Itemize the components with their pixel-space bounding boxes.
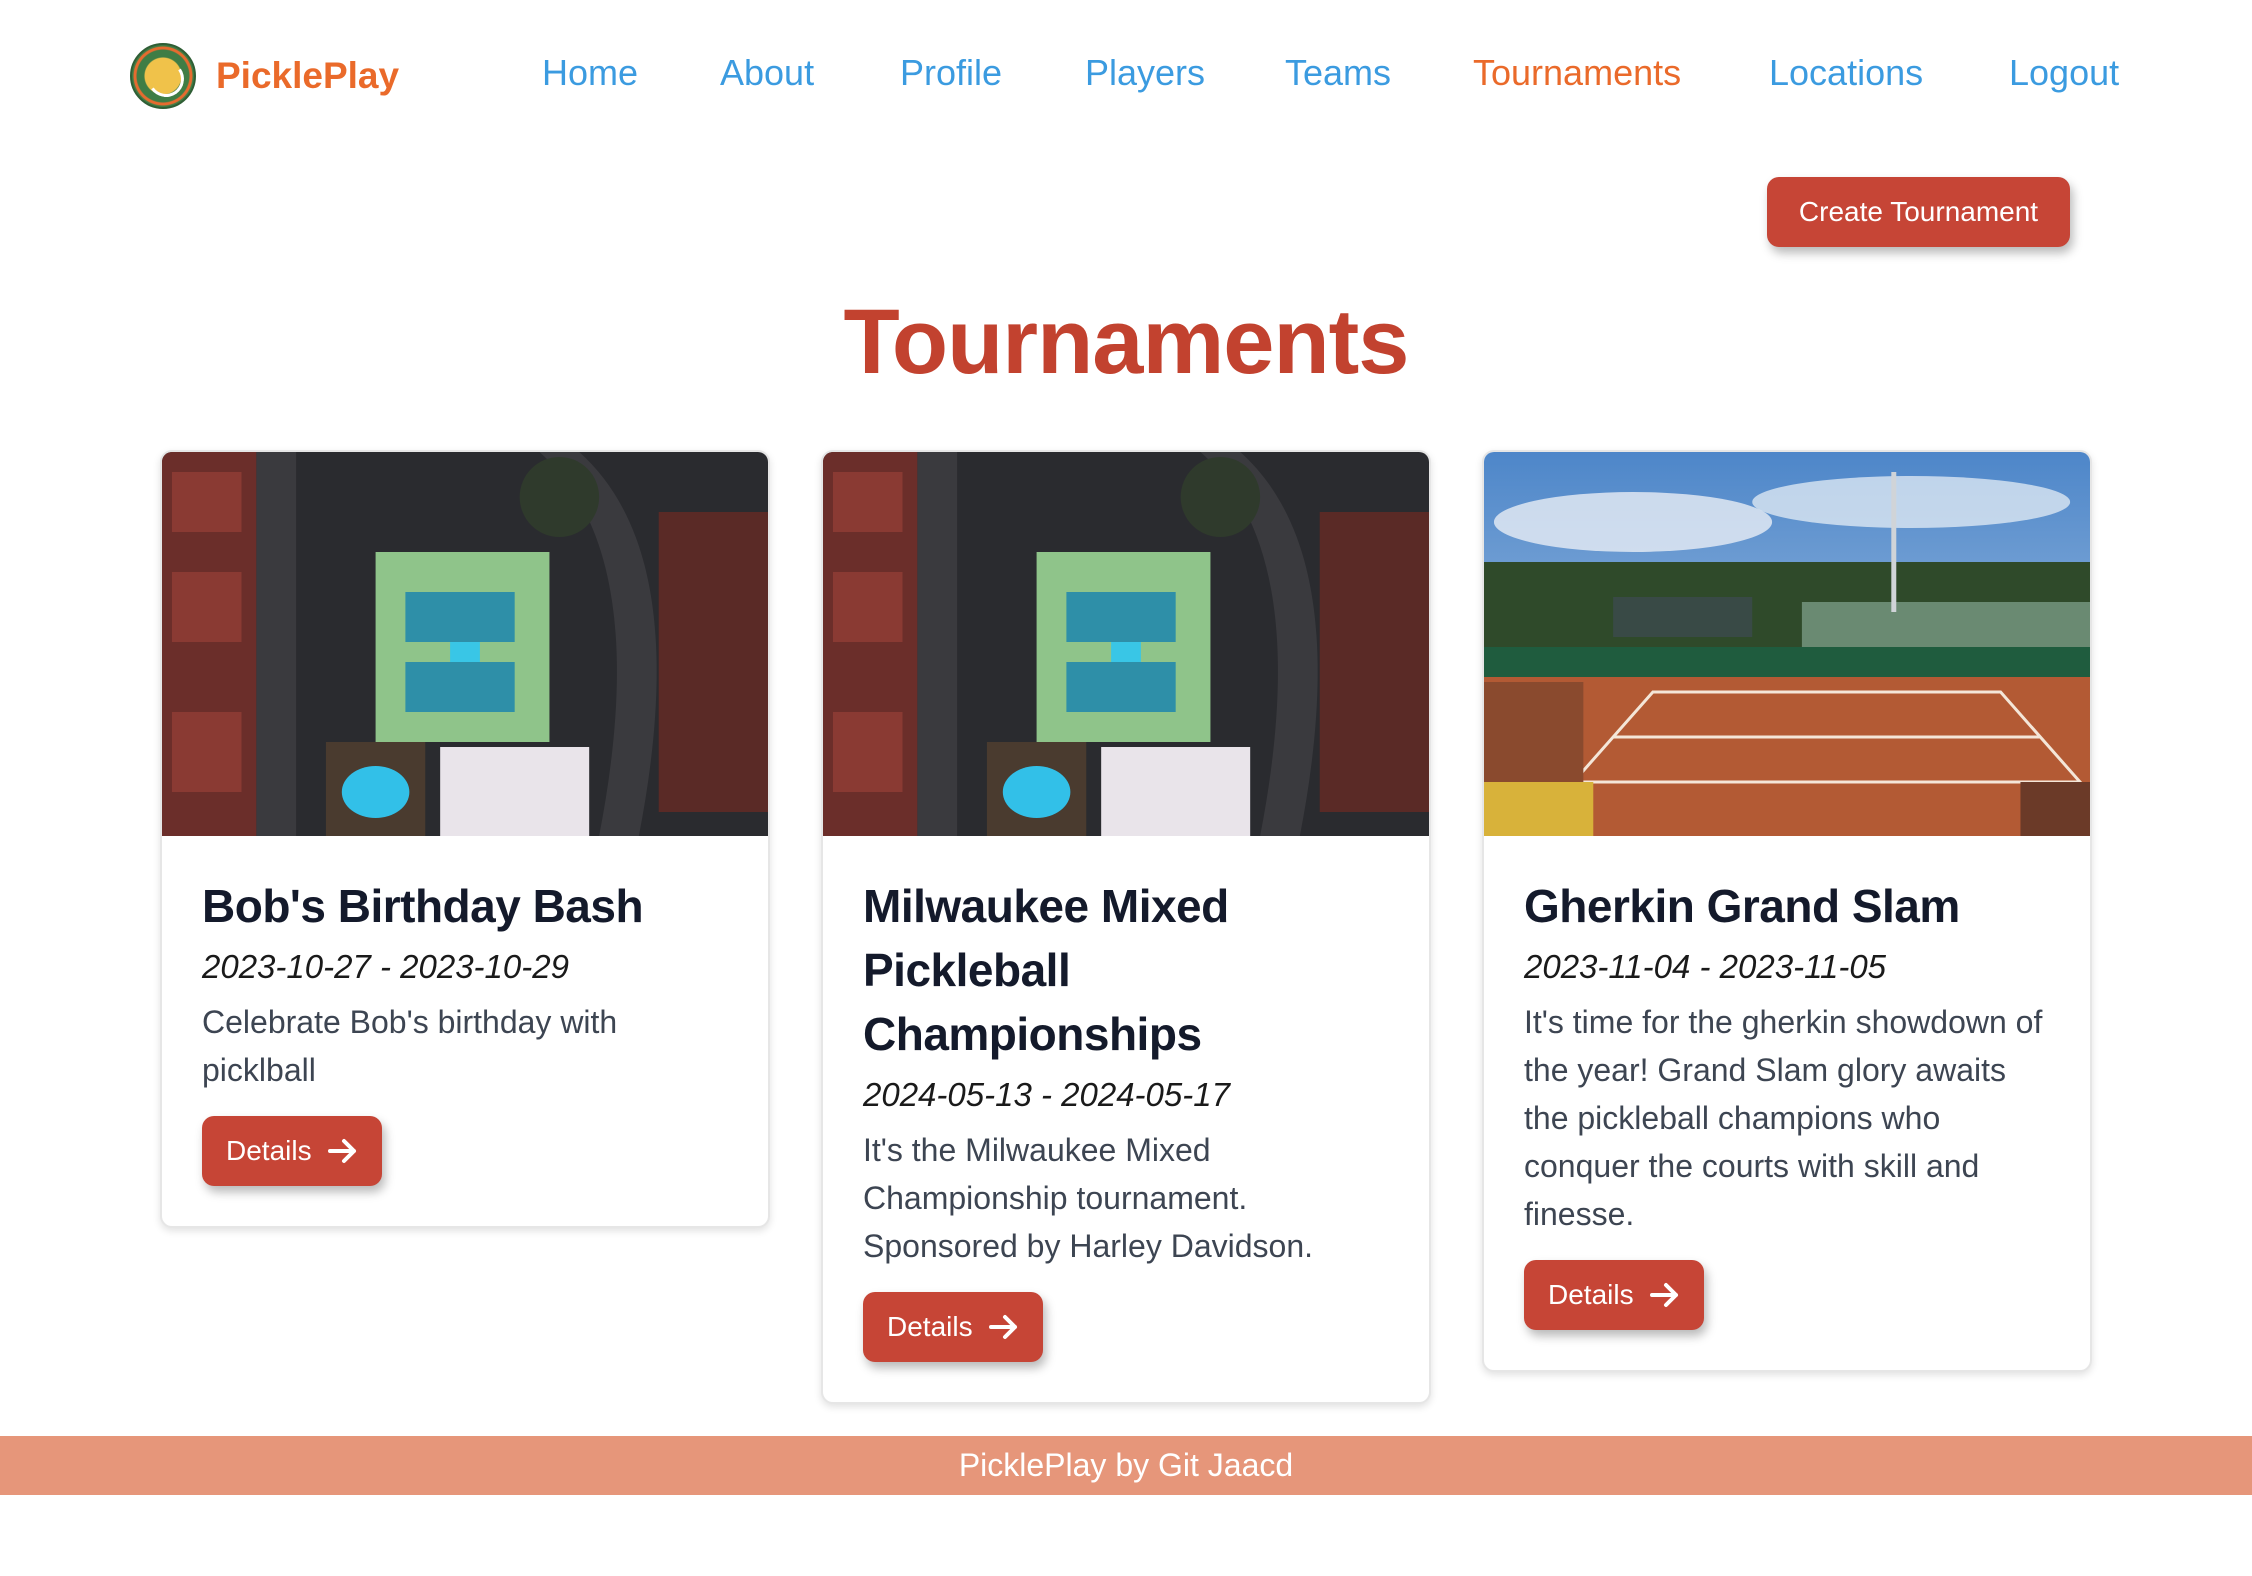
nav-profile[interactable]: Profile bbox=[900, 52, 1002, 94]
details-label: Details bbox=[887, 1311, 973, 1342]
nav-logout[interactable]: Logout bbox=[2009, 52, 2119, 94]
create-tournament-button[interactable]: Create Tournament bbox=[1767, 177, 2070, 247]
arrow-right-icon bbox=[327, 1139, 356, 1163]
card-description: Celebrate Bob's birthday with picklball bbox=[202, 1004, 618, 1088]
card-description: It's time for the gherkin showdown of th… bbox=[1524, 1004, 2043, 1232]
brand-name: PicklePlay bbox=[216, 55, 400, 96]
card-title: Bob's Birthday Bash bbox=[202, 880, 644, 932]
details-button[interactable]: Details bbox=[863, 1292, 1043, 1362]
details-label: Details bbox=[226, 1135, 312, 1166]
arrow-right-icon bbox=[988, 1315, 1017, 1339]
aerial-courts-image bbox=[162, 452, 768, 836]
card-dates: 2023-11-04 - 2023-11-05 bbox=[1524, 948, 1887, 985]
clay-court-stadium-image bbox=[1484, 452, 2090, 836]
card-title: Milwaukee Mixed Pickleball Championships bbox=[863, 880, 1229, 1060]
card-title: Gherkin Grand Slam bbox=[1524, 880, 1960, 932]
pickleball-logo-icon bbox=[130, 43, 196, 109]
card-dates: 2024-05-13 - 2024-05-17 bbox=[863, 1076, 1230, 1113]
card-description: It's the Milwaukee Mixed Championship to… bbox=[863, 1132, 1314, 1264]
footer: PicklePlay by Git Jaacd bbox=[0, 1436, 2252, 1495]
nav-home[interactable]: Home bbox=[542, 52, 638, 94]
nav-players[interactable]: Players bbox=[1085, 52, 1205, 94]
nav-teams[interactable]: Teams bbox=[1285, 52, 1391, 94]
top-navbar: PicklePlay Home About Profile Players Te… bbox=[0, 0, 2252, 150]
brand[interactable]: PicklePlay bbox=[130, 42, 399, 110]
nav-locations[interactable]: Locations bbox=[1769, 52, 1923, 94]
tournament-card: Gherkin Grand Slam 2023-11-04 - 2023-11-… bbox=[1482, 450, 2092, 1372]
nav-tournaments[interactable]: Tournaments bbox=[1473, 52, 1681, 94]
tournament-card: Bob's Birthday Bash 2023-10-27 - 2023-10… bbox=[160, 450, 770, 1228]
details-button[interactable]: Details bbox=[202, 1116, 382, 1186]
nav-about[interactable]: About bbox=[720, 52, 814, 94]
tournament-card: Milwaukee Mixed Pickleball Championships… bbox=[821, 450, 1431, 1404]
details-button[interactable]: Details bbox=[1524, 1260, 1704, 1330]
page-title: Tournaments bbox=[843, 291, 1410, 393]
aerial-courts-image bbox=[823, 452, 1429, 836]
card-dates: 2023-10-27 - 2023-10-29 bbox=[202, 948, 569, 985]
details-label: Details bbox=[1548, 1279, 1634, 1310]
arrow-right-icon bbox=[1649, 1283, 1678, 1307]
